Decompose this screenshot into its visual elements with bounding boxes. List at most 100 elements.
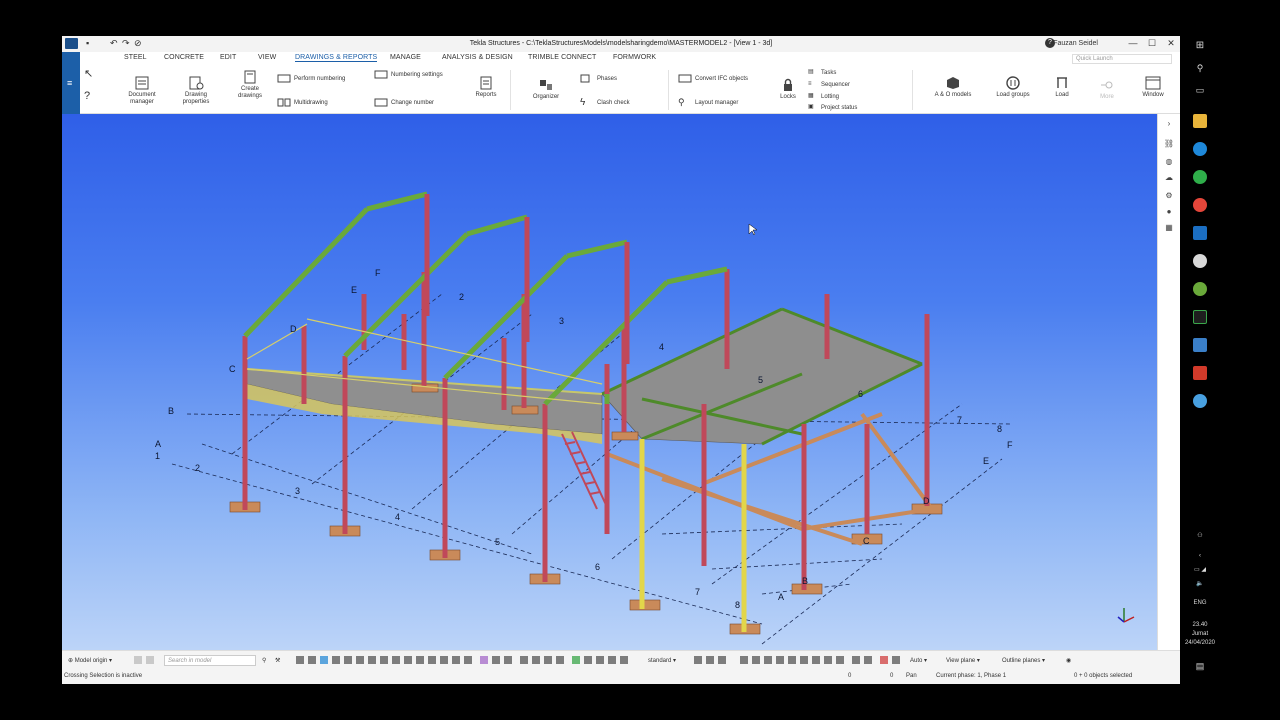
convert-ifc-button[interactable]: Convert IFC objects (678, 74, 748, 84)
tab-manage[interactable]: MANAGE (390, 54, 421, 61)
change-number-button[interactable]: Change number (374, 98, 434, 108)
select-tool-6-icon[interactable] (356, 656, 364, 664)
search-icon[interactable]: ⚲ (262, 657, 266, 664)
select-tool-9-icon[interactable] (392, 656, 400, 664)
document-manager-button[interactable]: Document manager (126, 76, 158, 106)
clock-time[interactable]: 23.40 (1184, 621, 1216, 629)
view-tool-2-icon[interactable] (706, 656, 714, 664)
view-tool-7-icon[interactable] (776, 656, 784, 664)
locks-button[interactable]: Locks (774, 78, 802, 101)
close-button[interactable]: ✕ (1162, 37, 1180, 50)
tab-steel[interactable]: STEEL (124, 54, 147, 61)
snap-tool-6-icon[interactable] (480, 656, 488, 664)
lotting-button[interactable]: ▦ Lotting (808, 92, 839, 102)
task-view-icon[interactable]: ▭ (1184, 86, 1216, 95)
view-tool-14-icon[interactable] (864, 656, 872, 664)
view-tool-9-icon[interactable] (800, 656, 808, 664)
create-drawings-button[interactable]: Create drawings (234, 70, 266, 100)
side-panel-toggle[interactable]: ≡ (62, 52, 80, 114)
tekla-taskbar-icon[interactable] (1193, 338, 1207, 352)
snap-tool-10-icon[interactable] (532, 656, 540, 664)
hangouts-icon[interactable] (1193, 170, 1207, 184)
phases-button[interactable]: Phases (580, 74, 617, 84)
maximize-button[interactable]: ☐ (1143, 37, 1161, 50)
layout-manager-button[interactable]: ⚲ Layout manager (678, 98, 738, 108)
snap-tool-9-icon[interactable] (520, 656, 528, 664)
view-tool-13-icon[interactable] (852, 656, 860, 664)
link-icon[interactable]: ⛓ (1163, 138, 1175, 150)
search-icon[interactable]: ⚲ (1184, 64, 1216, 73)
current-phase[interactable]: Current phase: 1, Phase 1 (936, 673, 1006, 679)
file-explorer-icon[interactable] (1193, 114, 1207, 128)
select-tool-5-icon[interactable] (344, 656, 352, 664)
network-icon[interactable]: ▭ ◢ (1184, 566, 1216, 574)
snap-tool-15-icon[interactable] (596, 656, 604, 664)
eye-icon[interactable]: ◉ (1066, 657, 1071, 664)
organizer-button[interactable]: Organizer (528, 78, 564, 101)
snap-tool-1-icon[interactable] (416, 656, 424, 664)
search-in-model-input[interactable]: Search in model (164, 655, 256, 666)
quick-launch-input[interactable]: Quick Launch (1072, 54, 1172, 64)
tab-edit[interactable]: EDIT (220, 54, 236, 61)
view-plane-dropdown[interactable]: View plane ▾ (946, 657, 980, 664)
load-button[interactable]: Load (1046, 76, 1078, 99)
more-button[interactable]: More (1094, 78, 1120, 101)
user-name[interactable]: Fauzan Seidel (1053, 40, 1098, 47)
globe-icon[interactable]: ◍ (1163, 156, 1175, 168)
auto-dropdown[interactable]: Auto ▾ (910, 657, 927, 664)
tab-view[interactable]: VIEW (258, 54, 276, 61)
project-status-button[interactable]: ▣ Project status (808, 103, 857, 113)
snap-tool-5-icon[interactable] (464, 656, 472, 664)
snap-tool-8-icon[interactable] (504, 656, 512, 664)
chrome-icon[interactable] (1193, 198, 1207, 212)
volume-icon[interactable]: 🔈 (1184, 580, 1216, 588)
people-icon[interactable]: ⚇ (1184, 532, 1216, 540)
help-tool-icon[interactable]: ? (84, 91, 90, 102)
tab-drawings-reports[interactable]: DRAWINGS & REPORTS (295, 54, 378, 62)
grid-icon[interactable]: ▦ (1163, 222, 1175, 234)
perform-numbering-button[interactable]: Perform numbering (277, 74, 345, 84)
tab-concrete[interactable]: CONCRETE (164, 54, 204, 61)
app-green-icon[interactable] (1193, 282, 1207, 296)
toggle-b-icon[interactable] (146, 656, 154, 664)
view-tool-15-icon[interactable] (880, 656, 888, 664)
toggle-a-icon[interactable] (134, 656, 142, 664)
view-tool-6-icon[interactable] (764, 656, 772, 664)
snap-tool-7-icon[interactable] (492, 656, 500, 664)
view-tool-1-icon[interactable] (694, 656, 702, 664)
app-blue-icon[interactable] (1193, 394, 1207, 408)
snap-tool-17-icon[interactable] (620, 656, 628, 664)
outlook-icon[interactable] (1193, 226, 1207, 240)
multidrawing-button[interactable]: Multidrawing (277, 98, 328, 108)
select-tool-8-icon[interactable] (380, 656, 388, 664)
drawing-properties-button[interactable]: Drawing properties (180, 76, 212, 106)
snap-tool-4-icon[interactable] (452, 656, 460, 664)
snap-tool-13-icon[interactable] (572, 656, 580, 664)
windows-start-icon[interactable]: ⊞ (1184, 41, 1216, 51)
language-indicator[interactable]: ENG (1184, 599, 1216, 607)
edge-icon[interactable] (1193, 142, 1207, 156)
view-tool-8-icon[interactable] (788, 656, 796, 664)
model-view-3d[interactable]: A B C D E F 1 2 3 4 5 6 7 8 2 3 4 5 6 7 … (62, 114, 1157, 650)
view-tool-10-icon[interactable] (812, 656, 820, 664)
gear-icon[interactable]: ⚙ (1163, 190, 1175, 202)
select-tool-icon[interactable] (296, 656, 304, 664)
reports-button[interactable]: Reports (470, 76, 502, 99)
minimize-button[interactable]: — (1124, 37, 1142, 50)
view-tool-5-icon[interactable] (752, 656, 760, 664)
model-origin-dropdown[interactable]: ⊕ Model origin ▾ (68, 657, 112, 664)
app-s-icon[interactable] (1193, 310, 1207, 324)
app-icon[interactable] (1193, 254, 1207, 268)
acrobat-icon[interactable] (1193, 366, 1207, 380)
window-button[interactable]: Window (1136, 76, 1170, 99)
cloud-icon[interactable]: ☁ (1163, 172, 1175, 184)
outline-planes-dropdown[interactable]: Outline planes ▾ (1002, 657, 1045, 664)
tasks-button[interactable]: ▤ Tasks (808, 68, 836, 78)
tab-formwork[interactable]: FORMWORK (613, 54, 656, 61)
snap-tool-14-icon[interactable] (584, 656, 592, 664)
select-tool-7-icon[interactable] (368, 656, 376, 664)
snap-tool-12-icon[interactable] (556, 656, 564, 664)
select-tool-3-icon[interactable] (320, 656, 328, 664)
sequencer-button[interactable]: ≡ Sequencer (808, 80, 850, 90)
ao-models-button[interactable]: A & O models (930, 76, 976, 99)
